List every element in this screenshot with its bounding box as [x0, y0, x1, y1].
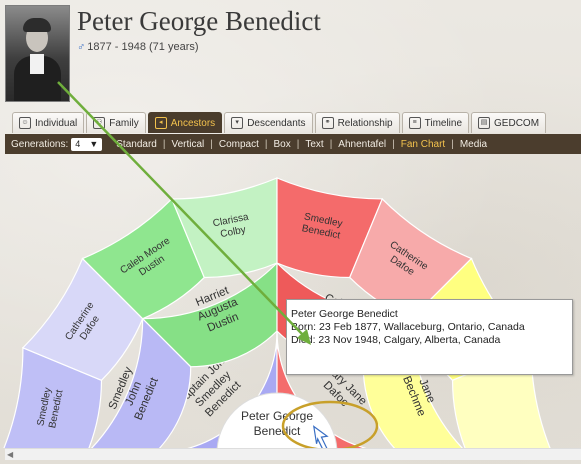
chart-option-compact[interactable]: Compact	[213, 139, 265, 150]
generations-value: 4	[75, 139, 81, 149]
tab-label: Ancestors	[170, 117, 216, 129]
timeline-icon: ≡	[408, 117, 421, 129]
horizontal-scrollbar[interactable]: ◀	[5, 448, 581, 460]
person-lifespan: ♂ 1877 - 1948 (71 years)	[77, 41, 199, 53]
chart-option-box[interactable]: Box	[268, 139, 297, 150]
person-tooltip: Peter George Benedict Born: 23 Feb 1877,…	[286, 299, 573, 375]
chart-option-media[interactable]: Media	[454, 139, 493, 150]
lifespan-text: 1877 - 1948 (71 years)	[87, 41, 199, 53]
tab-descendants[interactable]: ▾ Descendants	[224, 112, 313, 133]
chart-option-text[interactable]: Text	[299, 139, 329, 150]
generations-label: Generations:	[11, 138, 69, 150]
male-icon: ♂	[77, 41, 86, 53]
tab-label: Family	[109, 117, 139, 129]
chevron-down-icon: ▼	[89, 139, 99, 149]
relationship-icon: ⚭	[321, 117, 334, 129]
chart-option-standard[interactable]: Standard	[110, 139, 163, 150]
chart-option-vertical[interactable]: Vertical	[165, 139, 210, 150]
page-title: Peter George Benedict	[77, 6, 321, 36]
tab-gedcom[interactable]: ▤ GEDCOM	[471, 112, 547, 133]
chart-toolbar: Generations: 4 ▼ Standard | Vertical | Comp…	[5, 134, 581, 154]
person-header: Peter George Benedict ♂ 1877 - 1948 (71 y…	[0, 0, 581, 108]
generations-select[interactable]: 4 ▼	[71, 137, 103, 151]
tab-label: Individual	[35, 117, 78, 129]
chart-option-ahnentafel[interactable]: Ahnentafel	[332, 139, 392, 150]
tab-bar: ☺ Individual ⚇ Family ◂ Ancestors ▾ Descenda…	[12, 112, 547, 134]
tab-individual[interactable]: ☺ Individual	[12, 112, 85, 133]
scroll-left-icon: ◀	[7, 450, 14, 459]
chart-option-fan-chart[interactable]: Fan Chart	[395, 139, 451, 150]
root-person-label: Benedict	[254, 424, 301, 438]
person-icon: ☺	[19, 117, 31, 129]
tab-label: GEDCOM	[494, 117, 540, 129]
person-photo[interactable]	[5, 5, 70, 102]
tab-ancestors[interactable]: ◂ Ancestors	[147, 112, 223, 133]
ancestors-icon: ◂	[154, 117, 167, 129]
tab-label: Descendants	[247, 117, 306, 129]
tab-timeline[interactable]: ≡ Timeline	[401, 112, 470, 133]
tab-label: Relationship	[337, 117, 393, 129]
root-person-label: Peter George	[241, 409, 313, 423]
tooltip-died: Died: 23 Nov 1948, Calgary, Alberta, Can…	[291, 334, 501, 346]
tab-family[interactable]: ⚇ Family	[86, 112, 146, 133]
tab-relationship[interactable]: ⚭ Relationship	[314, 112, 400, 133]
family-icon: ⚇	[93, 117, 106, 129]
gedcom-icon: ▤	[478, 117, 491, 129]
descendants-icon: ▾	[231, 117, 244, 129]
tooltip-born: Born: 23 Feb 1877, Wallaceburg, Ontario,…	[291, 321, 525, 333]
tab-label: Timeline	[424, 117, 463, 129]
tooltip-name: Peter George Benedict	[291, 308, 398, 320]
